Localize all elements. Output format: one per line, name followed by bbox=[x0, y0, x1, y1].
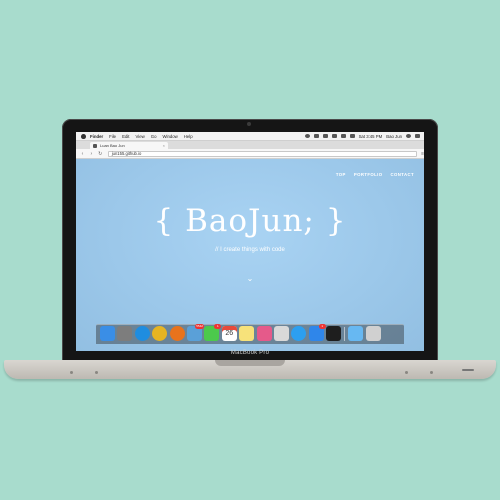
nav-top-link[interactable]: TOP bbox=[336, 172, 346, 177]
notification-center-icon[interactable] bbox=[415, 134, 420, 138]
launchpad-icon[interactable] bbox=[117, 326, 133, 341]
port bbox=[405, 371, 408, 374]
menu-bar: Finder File Edit View Go Window Help Sat… bbox=[76, 132, 424, 141]
dock-separator bbox=[344, 327, 346, 341]
address-bar[interactable]: jun155.github.io bbox=[107, 150, 418, 157]
menu-user[interactable]: Bao Jun bbox=[386, 134, 402, 139]
back-icon[interactable]: ‹ bbox=[80, 151, 85, 157]
notification-badge: 1 bbox=[214, 324, 222, 329]
safari-icon[interactable] bbox=[134, 326, 150, 341]
chat-icon[interactable] bbox=[291, 326, 307, 341]
close-tab-icon[interactable]: × bbox=[163, 143, 165, 148]
screen: Finder File Edit View Go Window Help Sat… bbox=[76, 132, 424, 351]
menu-app-name[interactable]: Finder bbox=[90, 134, 103, 139]
status-area: Sat 3:45 PM Bao Jun bbox=[301, 134, 420, 139]
bluetooth-icon[interactable] bbox=[322, 134, 328, 138]
menu-clock[interactable]: Sat 3:45 PM bbox=[359, 134, 383, 139]
menu-go[interactable]: Go bbox=[151, 134, 157, 139]
laptop-model-label: MacBook Pro bbox=[230, 350, 270, 356]
tab-title: Luan Bao Jun bbox=[100, 143, 125, 148]
notes-icon[interactable] bbox=[239, 326, 255, 341]
url-text: jun155.github.io bbox=[111, 151, 142, 156]
page-nav: TOP PORTFOLIO CONTACT bbox=[336, 172, 414, 177]
menu-view[interactable]: View bbox=[135, 134, 144, 139]
mail-icon[interactable]: 5542 bbox=[186, 324, 204, 341]
dock-icons: 5542 1 26 1 bbox=[100, 324, 383, 341]
double-chevron-down-icon[interactable]: ⌄ bbox=[245, 274, 255, 284]
menu-help[interactable]: Help bbox=[184, 134, 193, 139]
port bbox=[430, 371, 433, 374]
menu-edit[interactable]: Edit bbox=[122, 134, 129, 139]
status-icon[interactable] bbox=[313, 134, 319, 138]
firefox-icon[interactable] bbox=[169, 326, 185, 341]
browser-tab[interactable]: Luan Bao Jun × bbox=[90, 142, 168, 149]
site-tagline: // I create things with code bbox=[215, 247, 285, 253]
finder-window-icon[interactable] bbox=[273, 326, 289, 341]
sleep-indicator bbox=[462, 369, 474, 371]
spotlight-icon[interactable] bbox=[406, 134, 411, 138]
reload-icon[interactable]: ↻ bbox=[98, 151, 103, 157]
battery-icon[interactable] bbox=[349, 134, 355, 138]
port bbox=[95, 371, 98, 374]
finder-icon[interactable] bbox=[100, 326, 115, 341]
browser-menu-icon[interactable]: ≡ bbox=[421, 151, 424, 157]
app-store-icon[interactable]: 1 bbox=[308, 324, 326, 341]
photos-icon[interactable] bbox=[256, 326, 272, 341]
port bbox=[70, 371, 73, 374]
nav-portfolio-link[interactable]: PORTFOLIO bbox=[354, 172, 383, 177]
messages-icon[interactable]: 1 bbox=[204, 324, 222, 341]
status-icon[interactable] bbox=[304, 134, 310, 138]
favicon-icon bbox=[93, 143, 97, 148]
scene: Finder File Edit View Go Window Help Sat… bbox=[0, 0, 500, 500]
camera-icon bbox=[247, 122, 251, 126]
chrome-icon[interactable] bbox=[152, 326, 168, 341]
apple-icon[interactable] bbox=[81, 133, 86, 139]
menu-file[interactable]: File bbox=[109, 134, 116, 139]
menu-window[interactable]: Window bbox=[162, 134, 177, 139]
browser-toolbar: ‹ › ↻ jun155.github.io ≡ bbox=[76, 149, 424, 159]
terminal-icon[interactable] bbox=[326, 326, 342, 341]
site-title: { BaoJun; } bbox=[153, 203, 347, 239]
tab-strip: Luan Bao Jun × bbox=[76, 141, 424, 149]
calendar-date: 26 bbox=[225, 330, 234, 337]
nav-contact-link[interactable]: CONTACT bbox=[391, 172, 415, 177]
wifi-icon[interactable] bbox=[331, 134, 337, 138]
notification-badge: 1 bbox=[318, 324, 326, 329]
web-page: TOP PORTFOLIO CONTACT { BaoJun; } // I c… bbox=[76, 159, 424, 351]
laptop-notch bbox=[215, 360, 285, 366]
forward-icon[interactable]: › bbox=[89, 151, 94, 157]
calendar-icon[interactable]: 26 bbox=[221, 326, 237, 341]
notification-badge: 5542 bbox=[195, 324, 204, 329]
folder-icon[interactable] bbox=[348, 326, 364, 341]
trash-icon[interactable] bbox=[365, 326, 381, 341]
volume-icon[interactable] bbox=[340, 134, 346, 138]
